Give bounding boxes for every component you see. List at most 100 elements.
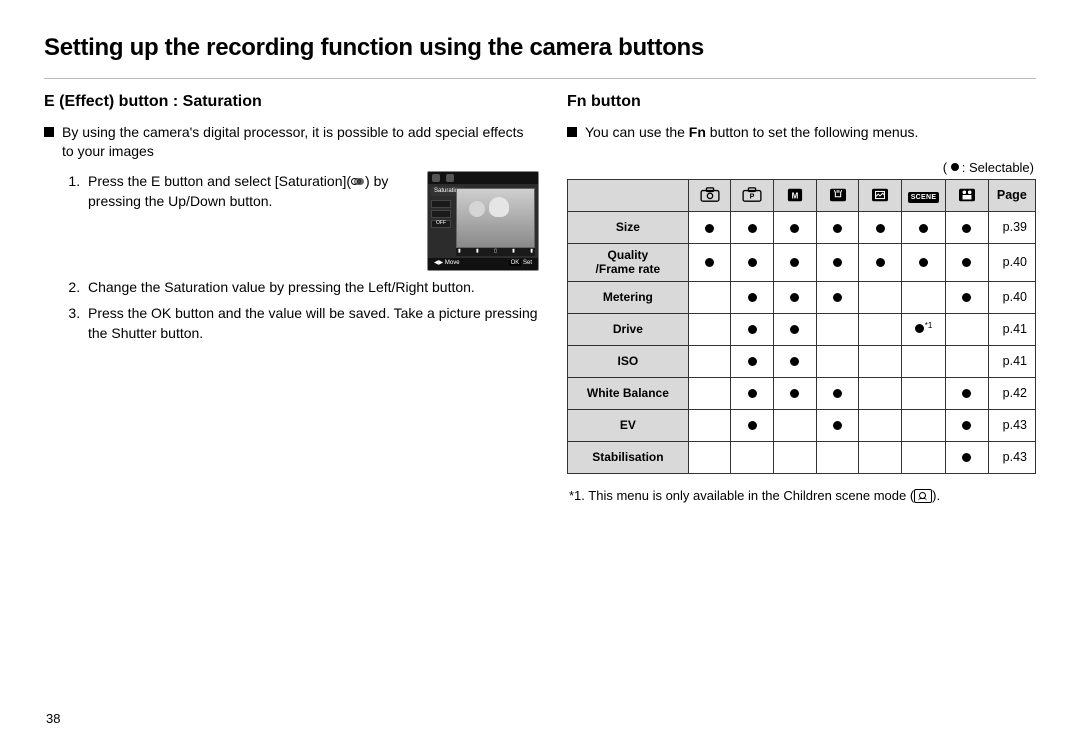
table-page-header: Page [988, 179, 1035, 211]
table-cell [946, 441, 989, 473]
section-title-effect: E (Effect) button : Saturation [44, 93, 539, 111]
mode-guide [859, 179, 902, 211]
table-cell [859, 211, 902, 243]
row-label: Drive [568, 313, 689, 345]
table-cell [731, 243, 774, 281]
table-cell [901, 377, 945, 409]
movie-icon [956, 187, 978, 203]
page-ref: p.39 [988, 211, 1035, 243]
table-cell [946, 313, 989, 345]
effect-steps: Press the E button and select [Saturatio… [44, 171, 539, 344]
table-cell [901, 345, 945, 377]
row-label: Quality/Frame rate [568, 243, 689, 281]
camera-program-icon: P [741, 187, 763, 203]
table-cell [859, 243, 902, 281]
table-cell [859, 313, 902, 345]
svg-text:P: P [750, 193, 755, 201]
table-cell [901, 211, 945, 243]
table-cell [816, 377, 859, 409]
fn-table-body: Sizep.39Quality/Frame rate p.40 Metering p.… [568, 211, 1036, 473]
table-cell [859, 377, 902, 409]
table-cell [901, 281, 945, 313]
table-cell [774, 243, 817, 281]
lcd-move: Move [445, 260, 460, 266]
row-label: EV [568, 409, 689, 441]
table-cell [688, 377, 731, 409]
legend-text: : Selectable) [962, 160, 1034, 175]
table-cell [731, 409, 774, 441]
table-cell [859, 281, 902, 313]
fn-intro: You can use the Fn button to set the fol… [567, 123, 1036, 142]
table-cell [774, 281, 817, 313]
mode-manual: M [774, 179, 817, 211]
table-cell [688, 409, 731, 441]
lcd-ok: OK [509, 260, 522, 266]
table-row: Quality/Frame rate p.40 [568, 243, 1036, 281]
row-label: White Balance [568, 377, 689, 409]
table-cell [774, 441, 817, 473]
page-ref: p.43 [988, 409, 1035, 441]
row-label: ISO [568, 345, 689, 377]
legend: ( : Selectable) [567, 160, 1034, 175]
fn-intro-post: button to set the following menus. [706, 124, 918, 140]
table-cell [774, 377, 817, 409]
table-cell [688, 281, 731, 313]
lcd-off: OFF [431, 220, 451, 228]
table-cell [816, 441, 859, 473]
page-ref: p.41 [988, 345, 1035, 377]
table-cell [901, 441, 945, 473]
page-ref: p.40 [988, 243, 1035, 281]
table-cell [816, 313, 859, 345]
left-column: E (Effect) button : Saturation By using … [44, 93, 539, 503]
effect-intro: By using the camera's digital processor,… [44, 123, 539, 161]
table-cell [688, 441, 731, 473]
table-row: Stabilisationp.43 [568, 441, 1036, 473]
children-mode-icon [914, 489, 932, 503]
section-title-fn: Fn button [567, 93, 1036, 111]
effect-step-3: Press the OK button and the value will b… [84, 303, 539, 344]
table-row: White Balance p.42 [568, 377, 1036, 409]
table-row: Sizep.39 [568, 211, 1036, 243]
table-cell [946, 211, 989, 243]
page-ref: p.42 [988, 377, 1035, 409]
table-cell [859, 441, 902, 473]
table-cell [688, 313, 731, 345]
camera-auto-icon [699, 187, 721, 203]
table-row: EV p.43 [568, 409, 1036, 441]
table-cell [816, 409, 859, 441]
page-ref: p.40 [988, 281, 1035, 313]
saturation-icon [351, 177, 365, 187]
footnote-post: ). [932, 488, 940, 503]
table-cell [946, 377, 989, 409]
mode-program: P [731, 179, 774, 211]
effect-step-2: Change the Saturation value by pressing … [84, 277, 539, 297]
table-cell [816, 281, 859, 313]
table-cell [946, 409, 989, 441]
dis-hand-icon [827, 187, 849, 203]
manual-icon: M [784, 187, 806, 203]
table-cell [946, 243, 989, 281]
table-cell [731, 441, 774, 473]
fn-intro-pre: You can use the [585, 124, 689, 140]
page-number: 38 [46, 711, 60, 726]
table-cell [688, 345, 731, 377]
lcd-set: Set [523, 260, 532, 266]
table-row: ISO p.41 [568, 345, 1036, 377]
table-row: Drive*1p.41 [568, 313, 1036, 345]
table-cell [946, 345, 989, 377]
mode-dis [816, 179, 859, 211]
lcd-mock-icon: Saturation OFF ▮▮▯▮▮ ◀▶ Move OK Set [427, 171, 539, 271]
table-cell [774, 313, 817, 345]
table-cell [731, 211, 774, 243]
fn-intro-bold: Fn [689, 124, 706, 140]
row-label: Metering [568, 281, 689, 313]
table-cell [816, 243, 859, 281]
footnote-pre: *1. This menu is only available in the C… [569, 488, 914, 503]
table-cell [816, 211, 859, 243]
divider [44, 78, 1036, 79]
step1-pre: Press the E button and select [Saturatio… [88, 173, 351, 189]
table-row: Metering p.40 [568, 281, 1036, 313]
right-column: Fn button You can use the Fn button to s… [567, 93, 1036, 503]
page-ref: p.43 [988, 441, 1035, 473]
scene-badge-icon: SCENE [908, 192, 940, 203]
